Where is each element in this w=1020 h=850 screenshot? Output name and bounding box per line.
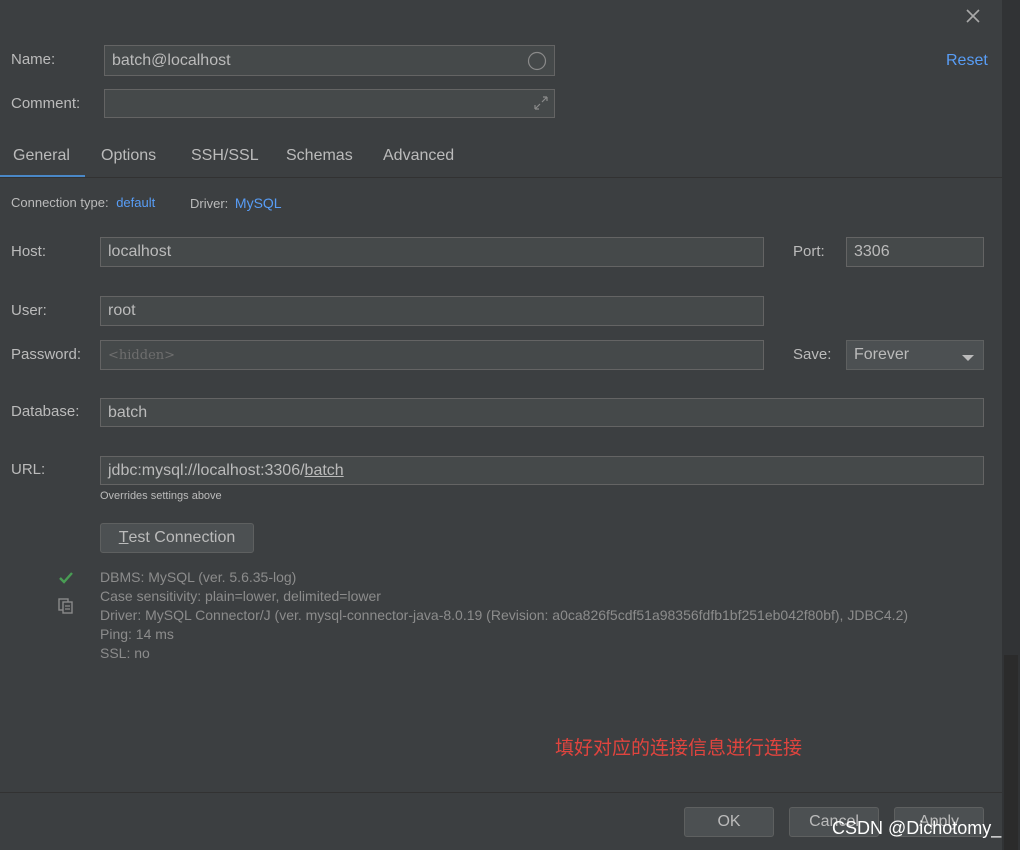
tab-ssh-ssl[interactable]: SSH/SSL [191, 147, 259, 165]
url-prefix: jdbc:mysql://localhost:3306/ [108, 461, 305, 479]
url-hint: Overrides settings above [100, 490, 222, 502]
result-dbms: DBMS: MySQL (ver. 5.6.35-log) [100, 569, 297, 585]
connection-type-label: Connection type: [11, 195, 109, 210]
footer-divider [0, 792, 1002, 793]
connection-info: Connection type: default [11, 195, 155, 210]
password-label: Password: [11, 346, 82, 363]
close-icon[interactable] [962, 5, 984, 27]
host-label: Host: [11, 243, 47, 260]
reset-link[interactable]: Reset [946, 52, 988, 70]
copy-icon[interactable] [57, 597, 75, 615]
database-label: Database: [11, 403, 80, 420]
password-placeholder: <hidden> [108, 347, 176, 363]
annotation-text: 填好对应的连接信息进行连接 [555, 737, 803, 759]
save-label: Save: [793, 346, 832, 363]
dropdown-arrow-icon [962, 350, 974, 361]
ok-button[interactable]: OK [684, 807, 774, 837]
port-input[interactable]: 3306 [846, 237, 984, 267]
url-label: URL: [11, 461, 46, 478]
port-label: Port: [793, 243, 825, 260]
result-ping: Ping: 14 ms [100, 626, 174, 642]
name-input[interactable]: batch@localhost [104, 45, 555, 76]
database-value: batch [108, 403, 148, 421]
result-ssl: SSL: no [100, 645, 150, 661]
url-input[interactable]: jdbc:mysql://localhost:3306/batch [100, 456, 984, 485]
watermark: CSDN @Dichotomy_ [832, 818, 1002, 838]
result-driver: Driver: MySQL Connector/J (ver. mysql-co… [100, 607, 909, 623]
comment-input[interactable] [104, 89, 555, 118]
expand-icon[interactable] [533, 95, 549, 111]
scrollbar-thumb[interactable] [1004, 655, 1018, 850]
name-value: batch@localhost [112, 51, 231, 69]
test-connection-button[interactable]: Test Connection [100, 523, 254, 553]
check-icon [58, 570, 74, 586]
password-input[interactable]: <hidden> [100, 340, 764, 370]
name-label: Name: [11, 51, 56, 68]
user-input[interactable]: root [100, 296, 764, 326]
host-input[interactable]: localhost [100, 237, 764, 267]
driver-label: Driver: [190, 196, 229, 211]
save-value: Forever [854, 346, 910, 363]
database-input[interactable]: batch [100, 398, 984, 427]
tabs-divider [0, 177, 1002, 178]
host-value: localhost [108, 243, 172, 260]
tab-advanced[interactable]: Advanced [383, 147, 454, 165]
tab-options[interactable]: Options [101, 147, 156, 165]
result-case-sensitivity: Case sensitivity: plain=lower, delimited… [100, 588, 381, 604]
driver-link[interactable]: MySQL [235, 195, 282, 211]
url-database: batch [304, 461, 344, 479]
connection-type-link[interactable]: default [116, 195, 155, 210]
user-label: User: [11, 302, 47, 319]
tab-general[interactable]: General [13, 147, 70, 165]
user-value: root [108, 302, 136, 319]
test-connection-mnemonic: T [118, 529, 129, 546]
comment-label: Comment: [11, 95, 81, 112]
port-value: 3306 [854, 243, 890, 260]
test-connection-label: est Connection [128, 529, 236, 546]
circle-icon[interactable] [527, 51, 547, 71]
driver-info: Driver: MySQL [190, 195, 282, 211]
tab-schemas[interactable]: Schemas [286, 147, 353, 165]
